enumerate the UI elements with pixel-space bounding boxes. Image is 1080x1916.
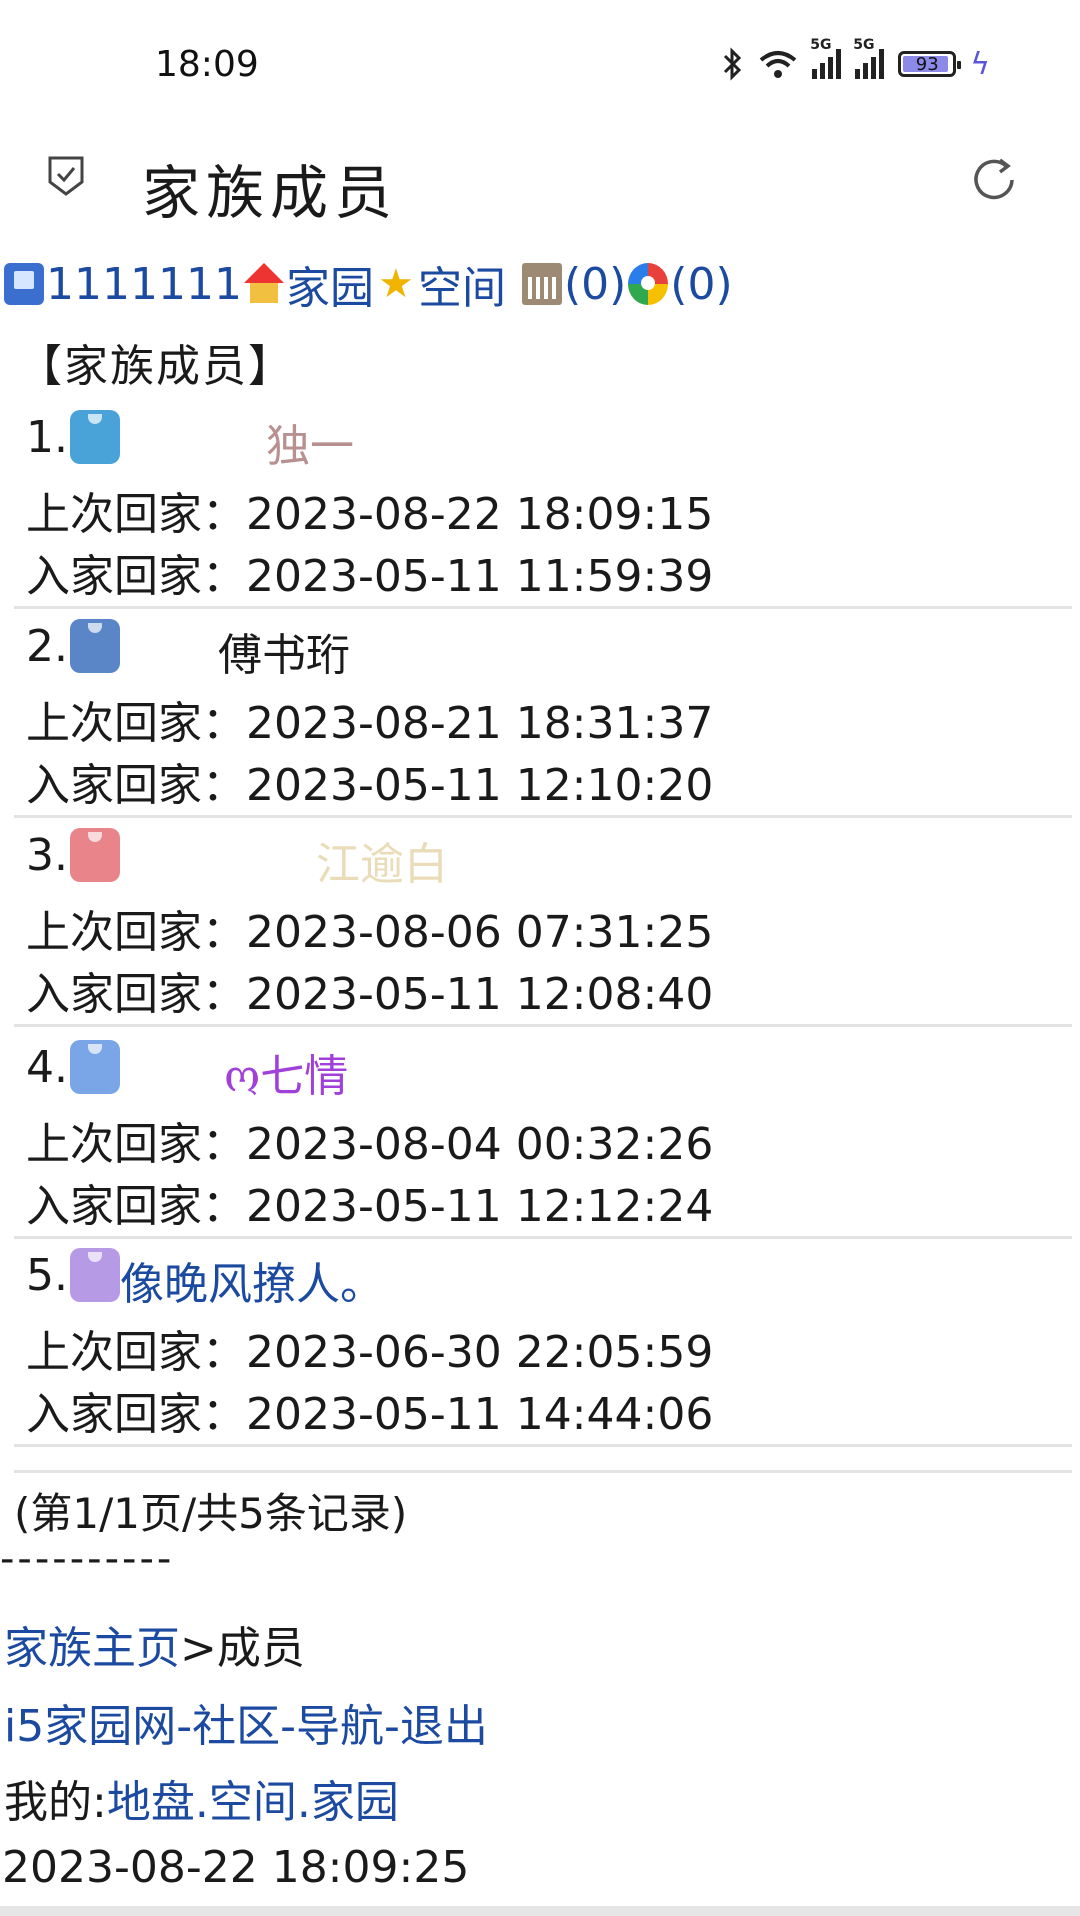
site-home-link[interactable]: i5家园网 — [4, 1701, 176, 1752]
bluetooth-icon — [724, 47, 742, 81]
building-count-link[interactable]: (0) — [564, 259, 626, 310]
status-bar: 18:09 5G 5G 93 ϟ — [0, 0, 1080, 120]
app-header: 家族成员 — [0, 128, 1080, 238]
page-title: 家族成员 — [142, 159, 399, 227]
last-home-label: 上次回家： — [26, 907, 246, 958]
member-item: 1. 独一 上次回家：2023-08-22 18:09:15 入家回家：2023… — [14, 410, 1072, 609]
member-index: 5. — [26, 1249, 68, 1301]
space-link[interactable]: 空间 — [418, 252, 506, 316]
phone-icon — [4, 263, 44, 305]
join-home-label: 入家回家： — [26, 1389, 246, 1440]
wheel-count-link[interactable]: (0) — [670, 259, 732, 310]
pagination-info: (第1/1页/共5条记录) — [14, 1489, 408, 1538]
nav-separator: - — [384, 1701, 400, 1752]
last-home-label: 上次回家： — [26, 489, 246, 540]
join-home-label: 入家回家： — [26, 969, 246, 1020]
wifi-icon — [759, 51, 797, 78]
separator-dashes: ---------- — [0, 1536, 175, 1582]
member-item: 5. 像晚风撩人。 上次回家：2023-06-30 22:05:59 入家回家：… — [14, 1248, 1072, 1447]
last-home-time: 2023-08-04 00:32:26 — [246, 1119, 714, 1170]
member-item: 2. 傅书珩 上次回家：2023-08-21 18:31:37 入家回家：202… — [14, 619, 1072, 818]
refresh-icon[interactable] — [968, 154, 1020, 206]
last-home-label: 上次回家： — [26, 698, 246, 749]
join-home-time: 2023-05-11 12:10:20 — [246, 760, 714, 811]
mine-dot: . — [194, 1777, 209, 1828]
star-icon: ★ — [378, 261, 414, 307]
house-icon — [243, 263, 284, 305]
join-home-time: 2023-05-11 14:44:06 — [246, 1389, 714, 1440]
last-home-time: 2023-06-30 22:05:59 — [246, 1327, 714, 1378]
avatar — [69, 828, 120, 882]
nav-separator: - — [176, 1701, 193, 1752]
section-title: 【家族成员】 — [18, 341, 294, 392]
member-name-link[interactable]: 江逾白 — [316, 828, 448, 892]
my-space-link[interactable]: 空间 — [209, 1777, 297, 1828]
breadcrumb-current: 成员 — [216, 1623, 305, 1674]
join-home-time: 2023-05-11 11:59:39 — [246, 551, 714, 602]
last-home-time: 2023-08-06 07:31:25 — [246, 907, 714, 958]
logout-link[interactable]: 退出 — [400, 1701, 488, 1752]
last-home-time: 2023-08-22 18:09:15 — [246, 489, 714, 540]
avatar — [69, 1248, 120, 1302]
status-time: 18:09 — [155, 44, 259, 85]
join-home-label: 入家回家： — [26, 760, 246, 811]
territory-link[interactable]: 地盘 — [107, 1777, 195, 1828]
site-nav: i5家园网-社区-导航-退出 — [4, 1690, 488, 1754]
signal-5g-icon: 5G — [853, 37, 885, 79]
family-home-link[interactable]: 家族主页 — [4, 1623, 180, 1674]
member-name-link[interactable]: 独一 — [266, 410, 354, 474]
nav-separator: - — [280, 1701, 296, 1752]
avatar — [69, 410, 120, 464]
last-home-label: 上次回家： — [26, 1327, 246, 1378]
join-home-time: 2023-05-11 12:08:40 — [246, 969, 714, 1020]
battery-icon: 93 — [898, 51, 962, 77]
breadcrumb: 家族主页>成员 — [4, 1612, 305, 1676]
member-item: 4. ო七情 上次回家：2023-08-04 00:32:26 入家回家：202… — [14, 1040, 1072, 1239]
join-home-time: 2023-05-11 12:12:24 — [246, 1181, 714, 1232]
my-home-link[interactable]: 家园 — [311, 1777, 399, 1828]
home-link[interactable]: 家园 — [286, 252, 374, 316]
community-link[interactable]: 社区 — [192, 1701, 280, 1752]
member-name-link[interactable]: ო七情 — [224, 1040, 348, 1104]
member-name-link[interactable]: 傅书珩 — [218, 619, 350, 683]
footer-timestamp: 2023-08-22 18:09:25 — [2, 1842, 470, 1893]
breadcrumb-separator: > — [180, 1623, 217, 1674]
last-home-time: 2023-08-21 18:31:37 — [246, 698, 714, 749]
avatar — [69, 1040, 120, 1094]
join-home-label: 入家回家： — [26, 1181, 246, 1232]
member-index: 1. — [26, 411, 68, 463]
member-name-link[interactable]: 像晚风撩人。 — [120, 1248, 384, 1312]
charging-icon: ϟ — [970, 46, 990, 82]
shield-check-icon[interactable] — [44, 152, 88, 200]
member-index: 4. — [26, 1041, 68, 1093]
navigation-link[interactable]: 导航 — [296, 1701, 384, 1752]
divider — [14, 1470, 1072, 1473]
last-home-label: 上次回家： — [26, 1119, 246, 1170]
status-icons: 5G 5G 93 ϟ — [722, 37, 990, 84]
avatar — [69, 619, 120, 673]
user-id-link[interactable]: 1111111 — [46, 259, 242, 310]
color-wheel-icon — [628, 263, 669, 305]
top-link-bar: 1111111 家园 ★ 空间 (0) (0) — [2, 252, 733, 316]
my-links: 我的:地盘.空间.家园 — [4, 1766, 399, 1830]
mine-label: 我的: — [4, 1777, 107, 1828]
signal-5g-icon: 5G — [810, 37, 842, 79]
member-item: 3. 江逾白 上次回家：2023-08-06 07:31:25 入家回家：202… — [14, 828, 1072, 1027]
mine-dot: . — [296, 1777, 311, 1828]
join-home-label: 入家回家： — [26, 551, 246, 602]
member-index: 3. — [26, 829, 68, 881]
member-index: 2. — [26, 620, 68, 672]
bottom-strip — [0, 1906, 1080, 1916]
building-icon — [521, 263, 562, 305]
